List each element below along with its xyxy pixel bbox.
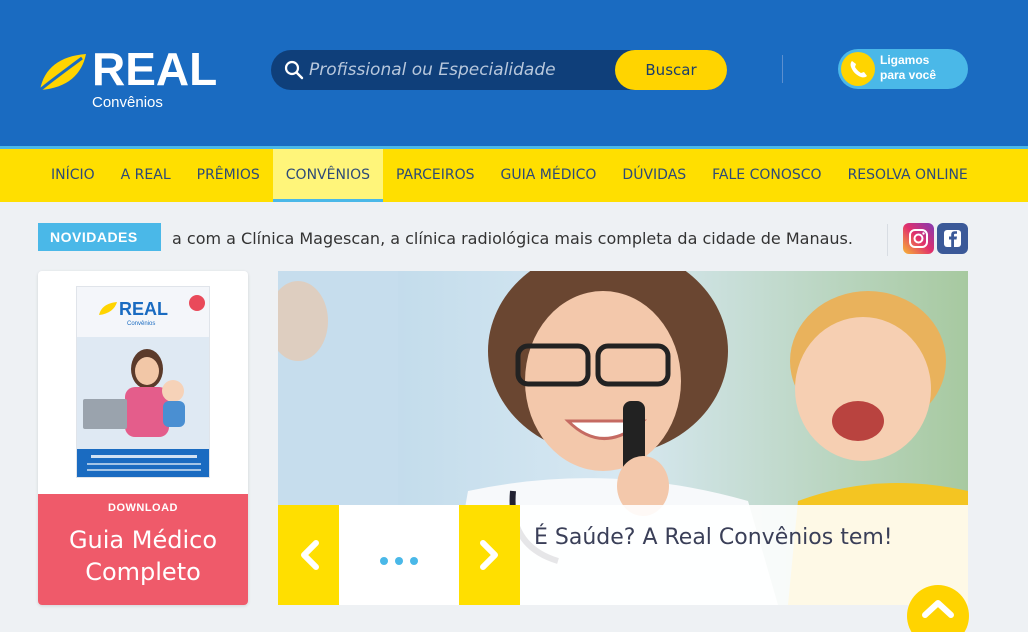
- scroll-to-top-button[interactable]: [907, 585, 969, 632]
- slider-dot-1[interactable]: [380, 557, 388, 565]
- news-badge: NOVIDADES: [38, 223, 161, 251]
- facebook-icon[interactable]: [937, 223, 968, 254]
- phone-icon: [841, 52, 875, 86]
- guide-title: Guia Médico Completo: [38, 524, 248, 588]
- search-icon: [284, 60, 304, 80]
- nav-item-inicio[interactable]: INÍCIO: [38, 149, 108, 202]
- brand-name: REAL: [92, 43, 218, 95]
- slider-next-button[interactable]: [459, 505, 520, 605]
- chevron-right-icon: [480, 540, 498, 570]
- slider-caption: É Saúde? A Real Convênios tem!: [520, 505, 968, 605]
- nav-item-duvidas[interactable]: DÚVIDAS: [609, 149, 699, 202]
- nav-items: INÍCIO A REAL PRÊMIOS CONVÊNIOS PARCEIRO…: [38, 149, 981, 202]
- brand-logo[interactable]: REAL Convênios: [38, 43, 228, 114]
- guide-title-line1: Guia Médico: [68, 526, 218, 554]
- callback-label: Ligamos para você: [880, 53, 936, 83]
- search-input[interactable]: [309, 50, 609, 90]
- social-divider: [887, 224, 888, 256]
- slider-dot-3[interactable]: [410, 557, 418, 565]
- chevron-up-icon: [922, 600, 954, 618]
- main-nav: INÍCIO A REAL PRÊMIOS CONVÊNIOS PARCEIRO…: [0, 146, 1028, 202]
- nav-item-resolva-online[interactable]: RESOLVA ONLINE: [835, 149, 981, 202]
- guide-title-line2: Completo: [85, 558, 201, 586]
- callback-button[interactable]: Ligamos para você: [838, 49, 968, 89]
- search-bar: Buscar: [271, 50, 727, 90]
- news-ticker[interactable]: a com a Clínica Magescan, a clínica radi…: [172, 229, 853, 248]
- leaf-icon: [39, 54, 86, 92]
- nav-item-a-real[interactable]: A REAL: [108, 149, 184, 202]
- nav-item-convenios[interactable]: CONVÊNIOS: [272, 149, 383, 202]
- callback-line1: Ligamos: [880, 53, 930, 67]
- search-button[interactable]: Buscar: [615, 50, 727, 90]
- brand-subtitle: Convênios: [92, 94, 163, 111]
- guide-card[interactable]: REAL Convênios DOWNLOAD Guia Médico Comp…: [38, 271, 248, 605]
- nav-item-premios[interactable]: PRÊMIOS: [184, 149, 273, 202]
- hero-slider: É Saúde? A Real Convênios tem!: [278, 271, 968, 605]
- instagram-icon[interactable]: [903, 223, 934, 254]
- nav-item-fale-conosco[interactable]: FALE CONOSCO: [699, 149, 834, 202]
- nav-item-guia-medico[interactable]: GUIA MÉDICO: [488, 149, 610, 202]
- chevron-left-icon: [301, 540, 319, 570]
- slider-pagination: [339, 505, 459, 605]
- slider-dot-2[interactable]: [395, 557, 403, 565]
- guide-cover-image: REAL Convênios: [76, 286, 210, 478]
- cover-subtitle: Convênios: [127, 321, 155, 327]
- callback-line2: para você: [880, 68, 937, 82]
- slider-prev-button[interactable]: [278, 505, 339, 605]
- nav-item-parceiros[interactable]: PARCEIROS: [383, 149, 488, 202]
- download-label: DOWNLOAD: [108, 502, 178, 514]
- slider-caption-text: É Saúde? A Real Convênios tem!: [534, 525, 893, 550]
- guide-download-button[interactable]: DOWNLOAD Guia Médico Completo: [38, 494, 248, 605]
- site-header: REAL Convênios Buscar Ligamos para você: [0, 0, 1028, 146]
- header-divider: [782, 55, 783, 83]
- cover-brand: REAL: [119, 299, 168, 319]
